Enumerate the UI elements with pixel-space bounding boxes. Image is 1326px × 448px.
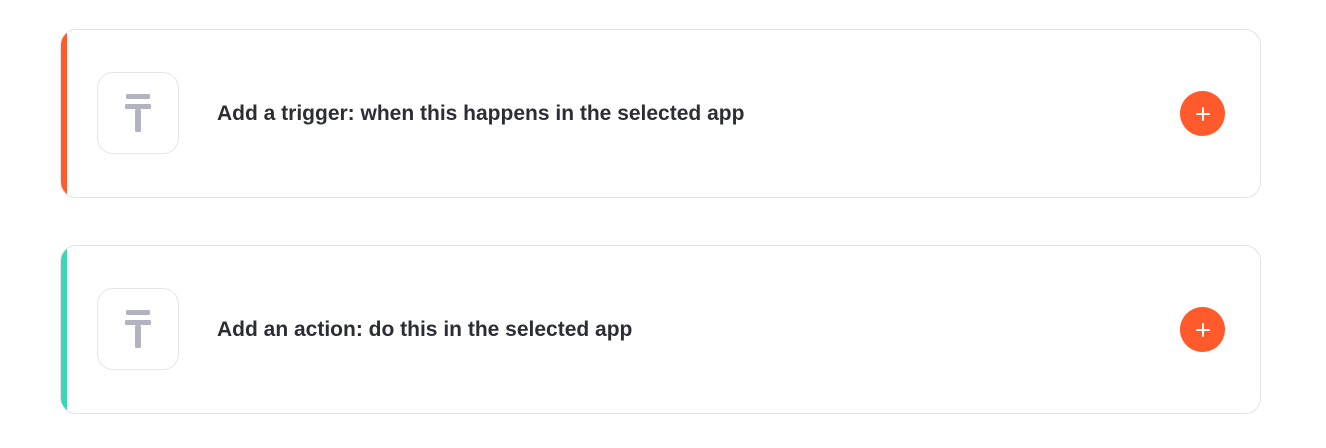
action-app-icon-box[interactable] xyxy=(97,288,179,370)
action-step-label: Add an action: do this in the selected a… xyxy=(217,318,633,341)
app-placeholder-icon xyxy=(125,94,151,132)
plus-icon xyxy=(1195,322,1210,337)
add-trigger-button[interactable] xyxy=(1180,91,1225,136)
action-step-card[interactable]: Add an action: do this in the selected a… xyxy=(60,245,1261,414)
trigger-app-icon-box[interactable] xyxy=(97,72,179,154)
plus-icon xyxy=(1195,106,1210,121)
app-placeholder-icon xyxy=(125,310,151,348)
workflow-steps: Add a trigger: when this happens in the … xyxy=(0,0,1326,448)
add-action-button[interactable] xyxy=(1180,307,1225,352)
trigger-step-card[interactable]: Add a trigger: when this happens in the … xyxy=(60,29,1261,198)
trigger-accent-bar xyxy=(61,30,67,197)
action-accent-bar xyxy=(61,246,67,413)
trigger-step-label: Add a trigger: when this happens in the … xyxy=(217,102,745,125)
